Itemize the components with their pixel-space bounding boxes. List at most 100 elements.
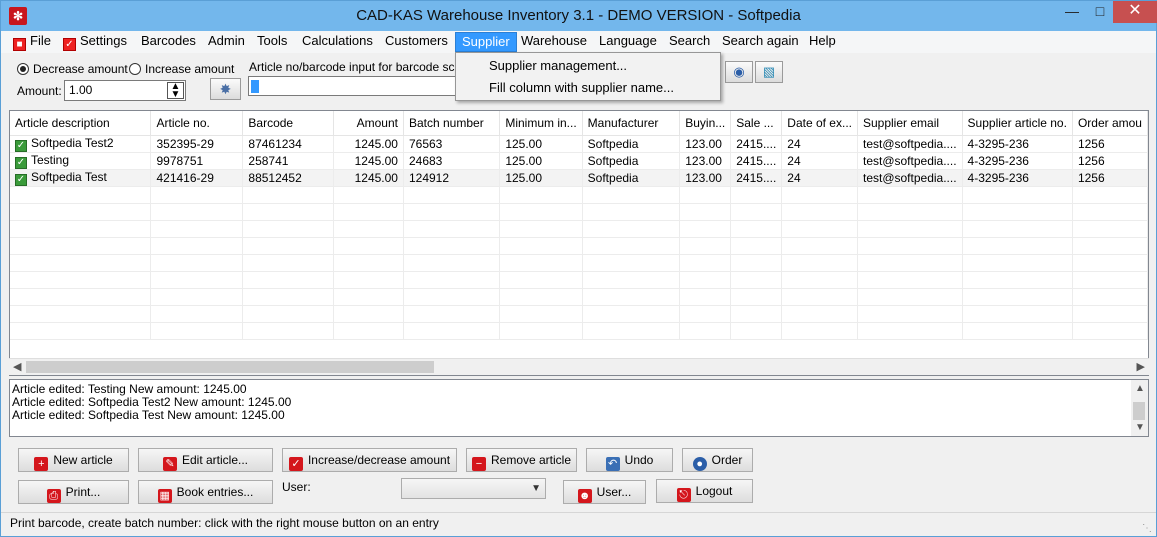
check-icon: ✓	[15, 156, 27, 168]
table-cell: 9978751	[150, 152, 244, 170]
table-row[interactable]: ✓ Testing 9978751 258741 1245.00 24683 12…	[10, 152, 1148, 170]
decrease-amount-radio[interactable]: Decrease amount	[17, 62, 128, 76]
table-row	[10, 322, 1148, 340]
table-cell-text: Testing	[31, 152, 70, 167]
barcode-input-label: Article no/barcode input for barcode sca…	[249, 60, 482, 74]
order-button[interactable]: ● Order	[682, 448, 753, 472]
menu-help[interactable]: Help	[803, 32, 842, 52]
amount-spinner-icon[interactable]: ▲ ▼	[167, 82, 184, 100]
menu-item-supplier-management[interactable]: Supplier management...	[489, 58, 627, 73]
book-icon: ▧	[762, 64, 776, 79]
articles-table: Article description Article no. Barcode …	[9, 110, 1149, 376]
column-header[interactable]: Article description	[10, 111, 152, 136]
window-title: CAD-KAS Warehouse Inventory 3.1 - DEMO V…	[356, 7, 801, 24]
user-icon: ☻	[577, 489, 592, 503]
menu-settings[interactable]: ✓ Settings	[57, 32, 133, 52]
menu-calculations[interactable]: Calculations	[296, 32, 379, 52]
column-header[interactable]: Supplier email	[857, 111, 963, 136]
logout-button[interactable]: ⎋ Logout	[656, 479, 753, 503]
table-row	[10, 220, 1148, 238]
scroll-right-icon[interactable]: ▶	[1137, 360, 1145, 373]
menu-item-fill-supplier-column[interactable]: Fill column with supplier name...	[489, 80, 674, 95]
menu-search[interactable]: Search	[663, 32, 716, 52]
column-header[interactable]: Order amou	[1072, 111, 1148, 136]
user-button[interactable]: ☻ User...	[563, 480, 646, 504]
user-label: User:	[282, 480, 311, 494]
table-cell: 125.00	[499, 152, 583, 170]
column-header[interactable]: Batch number	[403, 111, 501, 136]
resize-grip-icon[interactable]: ⋱	[1142, 523, 1152, 534]
table-cell: 125.00	[499, 135, 583, 153]
table-cell: 87461234	[242, 135, 335, 153]
table-row[interactable]: ✓ Softpedia Test 421416-29 88512452 1245.…	[10, 169, 1148, 187]
title-bar: ✻ CAD-KAS Warehouse Inventory 3.1 - DEMO…	[1, 1, 1157, 31]
edit-article-button[interactable]: ✎ Edit article...	[138, 448, 273, 472]
print-button[interactable]: ⎙ Print...	[18, 480, 129, 504]
table-cell: Softpedia	[582, 135, 681, 153]
menu-customers[interactable]: Customers	[379, 32, 454, 52]
menu-file[interactable]: ■ File	[7, 32, 57, 52]
maximize-icon[interactable]: □	[1087, 1, 1113, 23]
book-entries-button[interactable]: ▦ Book entries...	[138, 480, 273, 504]
column-header[interactable]: Manufacturer	[582, 111, 681, 136]
table-row	[10, 186, 1148, 204]
undo-button[interactable]: ↶ Undo	[586, 448, 673, 472]
column-header[interactable]: Sale ...	[730, 111, 783, 136]
scroll-left-icon[interactable]: ◀	[13, 360, 21, 373]
menu-language[interactable]: Language	[593, 32, 663, 52]
user-select[interactable]: ▼	[401, 478, 546, 499]
web-button[interactable]: ◉	[725, 61, 753, 83]
remove-article-button[interactable]: − Remove article	[466, 448, 577, 472]
column-header[interactable]: Supplier article no.	[962, 111, 1073, 136]
table-cell: 24	[781, 135, 858, 153]
scroll-up-icon[interactable]: ▲	[1135, 382, 1145, 395]
increase-amount-label: Increase amount	[145, 62, 235, 76]
close-icon[interactable]: ✕	[1113, 1, 1157, 23]
scrollbar-thumb[interactable]	[26, 361, 434, 373]
column-header[interactable]: Buyin...	[679, 111, 732, 136]
column-header[interactable]: Article no.	[150, 111, 244, 136]
table-cell: 4-3295-236	[962, 152, 1073, 170]
horizontal-scrollbar[interactable]: ◀ ▶	[9, 358, 1149, 375]
column-header[interactable]: Date of ex...	[781, 111, 858, 136]
vertical-scrollbar[interactable]: ▲ ▼	[1131, 380, 1148, 436]
book-entries-label: Book entries...	[176, 485, 254, 499]
scroll-down-icon[interactable]: ▼	[1135, 421, 1145, 434]
table-row	[10, 288, 1148, 306]
barcode-input-selection	[251, 80, 259, 93]
globe-icon: ●	[692, 457, 707, 471]
menu-admin[interactable]: Admin	[202, 32, 251, 52]
new-article-label: New article	[53, 453, 113, 467]
table-cell: 24683	[403, 152, 501, 170]
table-cell: 1245.00	[333, 152, 404, 170]
increase-amount-radio[interactable]: Increase amount	[129, 62, 234, 76]
gear-button[interactable]: ✸	[210, 78, 241, 100]
increase-decrease-button[interactable]: ✓ Increase/decrease amount	[282, 448, 457, 472]
table-cell: 352395-29	[150, 135, 244, 153]
new-article-button[interactable]: + New article	[18, 448, 129, 472]
barcode-input[interactable]	[248, 76, 458, 96]
manual-button[interactable]: ▧	[755, 61, 783, 83]
menu-search-again[interactable]: Search again	[716, 32, 805, 52]
table-cell: 1245.00	[333, 169, 404, 187]
status-bar: Print barcode, create batch number: clic…	[1, 512, 1156, 536]
table-row	[10, 237, 1148, 255]
column-header[interactable]: Minimum in...	[499, 111, 583, 136]
table-row[interactable]: ✓ Softpedia Test2 352395-29 87461234 1245…	[10, 135, 1148, 153]
table-cell-text: Softpedia Test2	[31, 135, 114, 150]
table-cell: 88512452	[242, 169, 335, 187]
column-header[interactable]: Barcode	[242, 111, 335, 136]
table-cell: 124912	[403, 169, 501, 187]
increase-decrease-label: Increase/decrease amount	[307, 453, 451, 467]
menu-tools[interactable]: Tools	[251, 32, 293, 52]
table-cell: 123.00	[679, 152, 732, 170]
remove-article-label: Remove article	[490, 453, 572, 467]
main-window: ✻ CAD-KAS Warehouse Inventory 3.1 - DEMO…	[0, 0, 1157, 537]
scrollbar-thumb[interactable]	[1133, 402, 1145, 420]
column-header[interactable]: Amount	[333, 111, 404, 136]
minimize-icon[interactable]: —	[1057, 1, 1087, 23]
menu-warehouse[interactable]: Warehouse	[515, 32, 593, 52]
menu-supplier[interactable]: Supplier	[455, 32, 517, 52]
amount-label: Amount:	[17, 84, 62, 98]
menu-barcodes[interactable]: Barcodes	[135, 32, 202, 52]
